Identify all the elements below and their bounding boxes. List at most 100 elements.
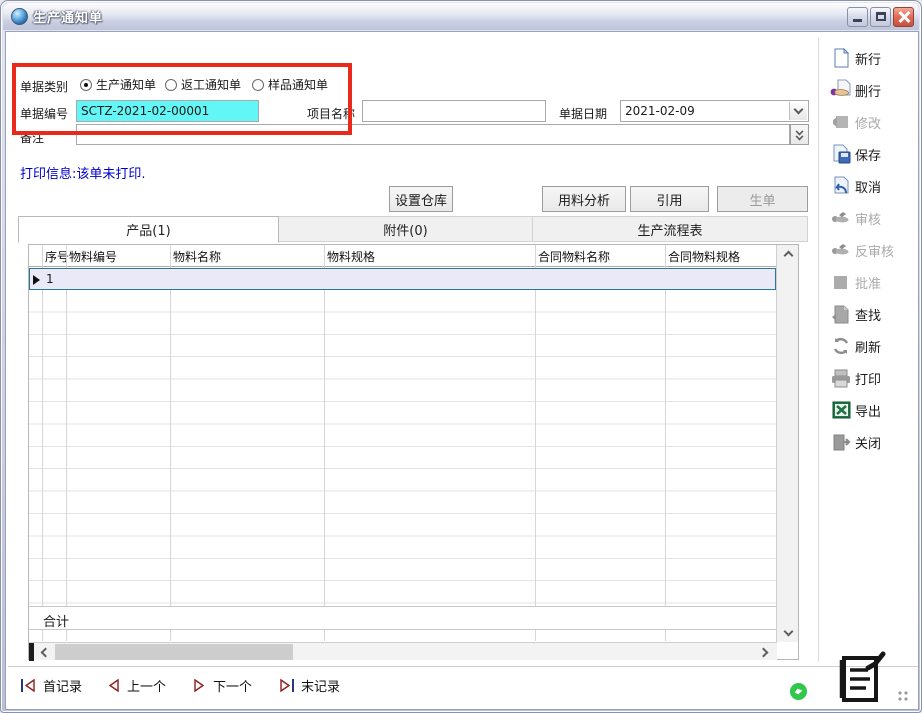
notepad-check-icon — [834, 650, 890, 708]
set-warehouse-button[interactable]: 设置仓库 — [389, 186, 453, 212]
table-row-selected[interactable]: 1 — [29, 268, 776, 290]
scroll-right-button[interactable] — [756, 643, 774, 661]
arrow-left-icon — [41, 647, 51, 657]
audit-button[interactable]: 审核 — [830, 206, 918, 230]
export-button[interactable]: 导出 — [830, 398, 918, 422]
radio-rework-notice[interactable]: 返工通知单 — [165, 76, 241, 93]
remark-expand-button[interactable] — [790, 124, 809, 145]
prev-record-icon — [106, 678, 121, 693]
next-record-button[interactable]: 下一个 — [192, 676, 252, 695]
col-header-material-name[interactable]: 物料名称 — [173, 248, 221, 265]
tab-strip: 产品(1) 附件(0) 生产流程表 — [18, 216, 808, 243]
row-pointer-icon — [33, 275, 40, 285]
first-record-button[interactable]: 首记录 — [20, 676, 82, 695]
find-icon — [830, 303, 852, 325]
col-header-contract-name[interactable]: 合同物料名称 — [538, 248, 610, 265]
print-info-text: 打印信息:该单未打印. — [20, 163, 146, 182]
project-name-input[interactable] — [362, 100, 546, 122]
radio-icon — [80, 79, 92, 91]
doc-no-input[interactable]: SCTZ-2021-02-00001 — [76, 100, 259, 122]
exit-door-icon — [830, 431, 852, 453]
row-seq-value: 1 — [46, 272, 54, 286]
close-window-button[interactable]: 关闭 — [830, 430, 918, 454]
modify-icon — [830, 111, 852, 133]
arrow-right-icon — [759, 647, 769, 657]
find-button[interactable]: 查找 — [830, 302, 918, 326]
scroll-up-button[interactable] — [777, 245, 799, 263]
nav-label: 下一个 — [213, 676, 252, 695]
title-bar[interactable]: 生产通知单 — [3, 3, 919, 30]
last-record-icon — [278, 678, 295, 693]
date-dropdown-button[interactable] — [789, 102, 807, 120]
print-button[interactable]: 打印 — [830, 366, 918, 390]
maximize-button[interactable] — [870, 7, 891, 27]
window-title: 生产通知单 — [33, 7, 103, 26]
grid-line — [324, 245, 325, 641]
project-name-label: 项目名称 — [307, 105, 355, 122]
total-row: 合计 — [29, 606, 777, 630]
radio-icon — [252, 79, 264, 91]
cancel-icon — [830, 175, 852, 197]
close-button[interactable] — [893, 7, 914, 27]
last-record-button[interactable]: 末记录 — [278, 676, 340, 695]
cancel-button[interactable]: 取消 — [830, 174, 918, 198]
next-record-icon — [192, 678, 207, 693]
scroll-down-button[interactable] — [777, 624, 799, 642]
grid-line — [66, 245, 67, 641]
doc-type-label: 单据类别 — [20, 78, 68, 95]
printer-icon — [830, 367, 852, 389]
tab-products[interactable]: 产品(1) — [18, 216, 279, 243]
doc-date-combobox[interactable]: 2021-02-09 — [620, 100, 809, 122]
remark-input[interactable] — [76, 124, 790, 145]
chevron-down-icon — [794, 104, 804, 114]
col-header-contract-spec[interactable]: 合同物料规格 — [668, 248, 740, 265]
radio-production-notice[interactable]: 生产通知单 — [80, 76, 156, 93]
tab-production-flow[interactable]: 生产流程表 — [533, 216, 808, 242]
doc-date-value: 2021-02-09 — [625, 104, 695, 118]
grid-line — [535, 245, 536, 641]
close-icon — [898, 11, 910, 23]
bottom-divider — [8, 666, 918, 667]
tab-attachments[interactable]: 附件(0) — [279, 216, 533, 242]
refresh-icon — [830, 335, 852, 357]
splitter-handle[interactable] — [29, 643, 34, 661]
delete-row-button[interactable]: 删行 — [830, 78, 918, 102]
refresh-button[interactable]: 刷新 — [830, 334, 918, 358]
unaudit-button[interactable]: 反审核 — [830, 238, 918, 262]
new-row-button[interactable]: 新行 — [830, 46, 918, 70]
unaudit-icon — [830, 239, 852, 261]
material-analysis-button[interactable]: 用料分析 — [542, 186, 626, 212]
new-page-icon — [830, 47, 852, 69]
arrow-down-icon — [783, 627, 793, 637]
first-record-icon — [20, 678, 37, 693]
approve-button[interactable]: 批准 — [830, 270, 918, 294]
col-header-material-code[interactable]: 物料编号 — [69, 248, 117, 265]
prev-record-button[interactable]: 上一个 — [106, 676, 166, 695]
toolbar-sidebar: 新行 删行 修改 保存 取消 审核 — [830, 46, 918, 454]
vertical-scrollbar[interactable] — [776, 245, 798, 642]
scrollbar-thumb[interactable] — [55, 644, 293, 660]
minimize-button[interactable] — [847, 7, 868, 27]
modify-button[interactable]: 修改 — [830, 110, 918, 134]
reference-button[interactable]: 引用 — [630, 186, 709, 212]
resize-grip[interactable] — [897, 690, 913, 706]
save-button[interactable]: 保存 — [830, 142, 918, 166]
radio-icon — [165, 79, 177, 91]
arrow-up-icon — [783, 251, 793, 261]
doc-date-label: 单据日期 — [559, 105, 607, 122]
grid-line — [42, 245, 43, 641]
excel-export-icon — [830, 399, 852, 421]
sidebar-divider — [818, 38, 819, 662]
scroll-left-button[interactable] — [35, 643, 53, 661]
horizontal-scrollbar[interactable] — [29, 642, 777, 660]
radio-label: 返工通知单 — [181, 76, 241, 93]
nav-label: 上一个 — [127, 676, 166, 695]
create-order-button[interactable]: 生单 — [717, 186, 808, 212]
nav-label: 末记录 — [301, 676, 340, 695]
app-window: 生产通知单 单据类别 生产通知单 返工通知单 样品通知单 单据编号 SCTZ-2… — [0, 0, 922, 713]
radio-sample-notice[interactable]: 样品通知单 — [252, 76, 328, 93]
remark-label: 备注 — [20, 129, 44, 146]
col-header-material-spec[interactable]: 物料规格 — [327, 248, 375, 265]
delete-row-icon — [830, 79, 852, 101]
grid-line — [170, 245, 171, 641]
